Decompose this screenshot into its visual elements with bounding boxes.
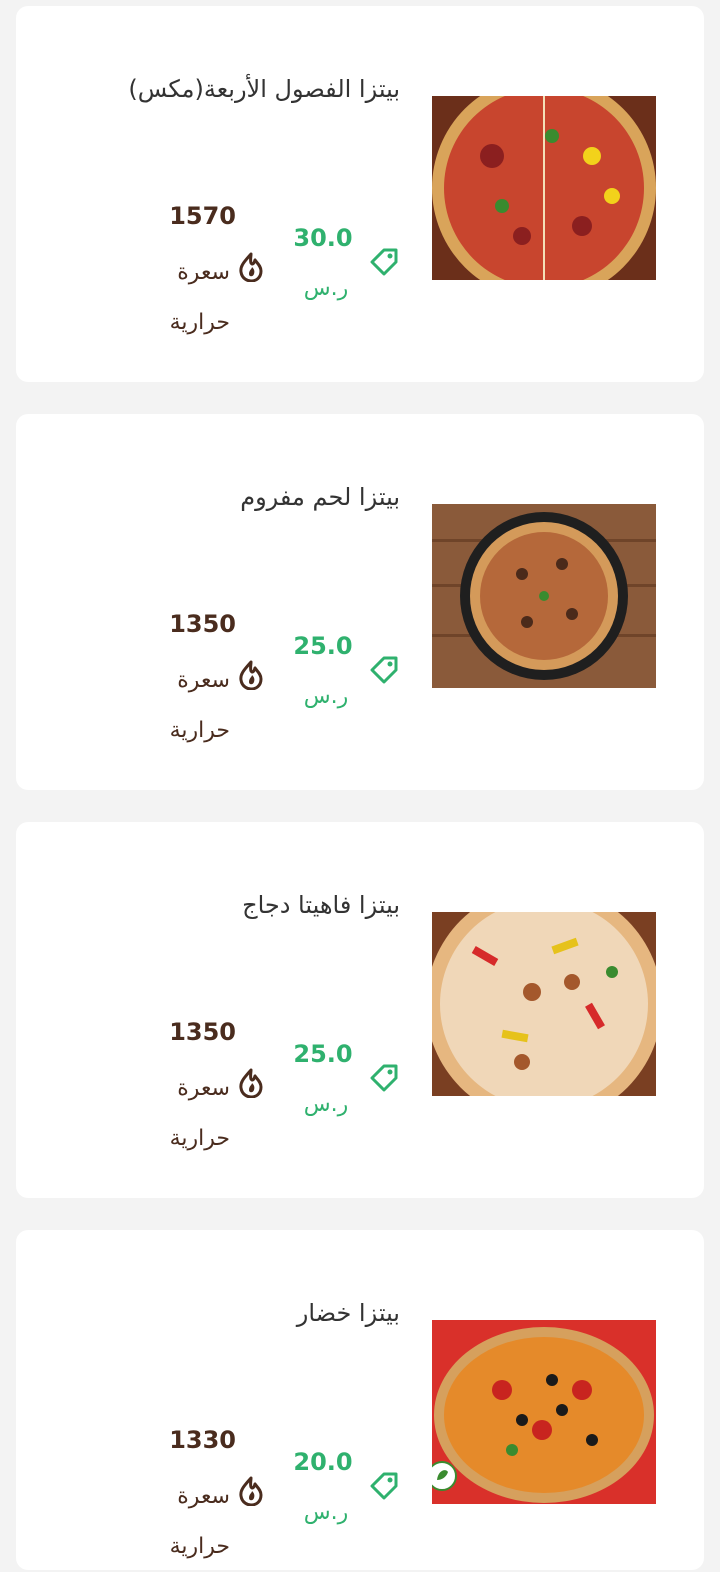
item-title: بيتزا الفصول الأربعة(مكس) (128, 75, 400, 103)
item-calories: 1570 (169, 202, 236, 230)
item-calories: 1350 (169, 610, 236, 638)
calories-label: سعرة حرارية (169, 1484, 230, 1559)
price-tag-icon (368, 1470, 400, 1502)
item-image[interactable] (432, 504, 656, 688)
item-title: بيتزا لحم مفروم (240, 483, 400, 511)
calories-label: سعرة حرارية (169, 668, 230, 743)
item-image[interactable] (432, 912, 656, 1096)
item-image[interactable] (432, 1320, 656, 1504)
item-price: 30.0 (293, 224, 353, 252)
price-tag-icon (368, 1062, 400, 1094)
menu-item-card[interactable]: بيتزا خضار 20.0 ر.س 1330 سعرة حرارية (16, 1230, 704, 1570)
flame-icon (238, 660, 264, 691)
calories-label: سعرة حرارية (169, 1076, 230, 1151)
price-tag-icon (368, 654, 400, 686)
item-calories: 1350 (169, 1018, 236, 1046)
item-currency: ر.س (303, 684, 349, 709)
item-currency: ر.س (303, 1500, 349, 1525)
item-title: بيتزا فاهيتا دجاج (242, 891, 400, 919)
flame-icon (238, 1068, 264, 1099)
item-price: 25.0 (293, 1040, 353, 1068)
item-calories: 1330 (169, 1426, 236, 1454)
item-image[interactable] (432, 96, 656, 280)
item-currency: ر.س (303, 276, 349, 301)
flame-icon (238, 1476, 264, 1507)
price-tag-icon (368, 246, 400, 278)
menu-item-card[interactable]: بيتزا فاهيتا دجاج 25.0 ر.س 1350 سعرة حرا… (16, 822, 704, 1198)
item-price: 20.0 (293, 1448, 353, 1476)
menu-item-card[interactable]: بيتزا الفصول الأربعة(مكس) 30.0 ر.س 1570 … (16, 6, 704, 382)
item-currency: ر.س (303, 1092, 349, 1117)
menu-item-card[interactable]: بيتزا لحم مفروم 25.0 ر.س 1350 سعرة حراري… (16, 414, 704, 790)
item-price: 25.0 (293, 632, 353, 660)
item-title: بيتزا خضار (296, 1299, 400, 1327)
calories-label: سعرة حرارية (169, 260, 230, 335)
flame-icon (238, 252, 264, 283)
menu-list: بيتزا الفصول الأربعة(مكس) 30.0 ر.س 1570 … (0, 0, 720, 1570)
